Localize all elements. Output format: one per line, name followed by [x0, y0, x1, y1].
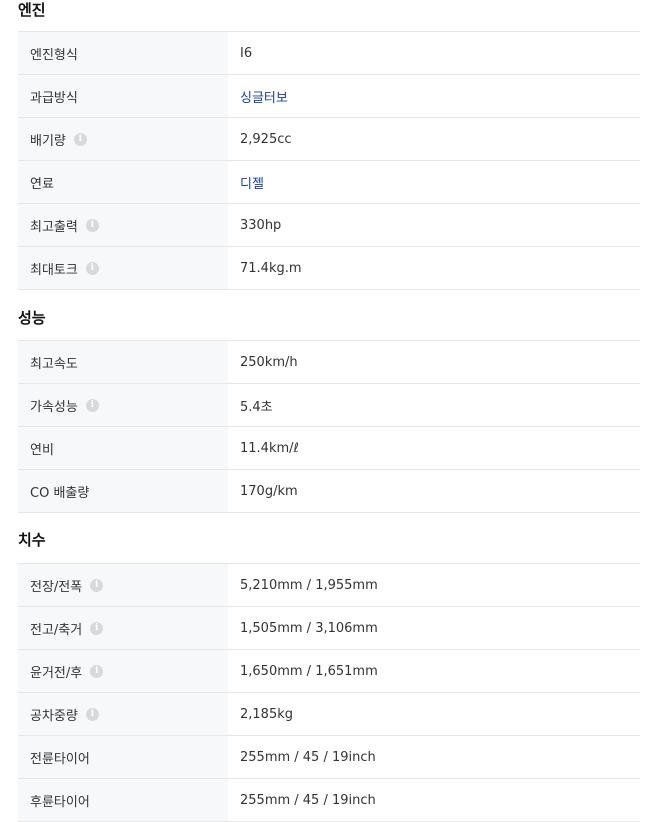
- spec-row: 윤거전/후 i 1,650mm / 1,651mm: [18, 650, 640, 693]
- spec-value: 1,505mm / 3,106mm: [240, 620, 378, 636]
- spec-row: 배기량 i 2,925cc: [18, 118, 640, 161]
- info-icon[interactable]: i: [90, 664, 104, 678]
- spec-table-performance: 최고속도 250km/h 가속성능 i 5.4초 연비 11.4km/ℓ CO 배…: [18, 340, 640, 513]
- spec-row: 연비 11.4km/ℓ: [18, 427, 640, 470]
- spec-label: 과급방식: [30, 90, 78, 106]
- spec-page: 엔진 엔진형식 I6 과급방식 싱글터보 배기량 i 2,925cc 연료 디젤 …: [0, 0, 652, 822]
- spec-label: 최고속도: [30, 356, 78, 372]
- spec-label: 전장/전폭: [30, 579, 83, 595]
- spec-value: 2,185kg: [240, 706, 293, 722]
- spec-row: CO 배출량 170g/km: [18, 470, 640, 513]
- spec-value: 255mm / 45 / 19inch: [240, 749, 376, 765]
- spec-row: 전륜타이어 255mm / 45 / 19inch: [18, 736, 640, 779]
- spec-row: 최고속도 250km/h: [18, 341, 640, 384]
- spec-row: 전장/전폭 i 5,210mm / 1,955mm: [18, 564, 640, 607]
- spec-label: 최고출력: [30, 219, 78, 235]
- spec-row: 과급방식 싱글터보: [18, 75, 640, 118]
- spec-value: 170g/km: [240, 483, 298, 499]
- info-icon[interactable]: i: [73, 132, 87, 146]
- spec-value-link[interactable]: 싱글터보: [228, 87, 640, 106]
- spec-value-link[interactable]: 디젤: [228, 173, 640, 192]
- spec-value: 11.4km/ℓ: [240, 440, 299, 456]
- spec-label: CO 배출량: [30, 485, 90, 501]
- spec-value: 330hp: [240, 217, 282, 233]
- info-icon[interactable]: i: [85, 398, 99, 412]
- spec-row: 후륜타이어 255mm / 45 / 19inch: [18, 779, 640, 822]
- spec-row: 전고/축거 i 1,505mm / 3,106mm: [18, 607, 640, 650]
- spec-value: 2,925cc: [240, 131, 292, 147]
- spec-value: 255mm / 45 / 19inch: [240, 792, 376, 808]
- spec-row: 연료 디젤: [18, 161, 640, 204]
- spec-label: 최대토크: [30, 262, 78, 278]
- spec-row: 최대토크 i 71.4kg.m: [18, 247, 640, 290]
- spec-row: 공차중량 i 2,185kg: [18, 693, 640, 736]
- section-title-dimensions: 치수: [18, 531, 46, 549]
- spec-label: 공차중량: [30, 708, 78, 724]
- spec-label: 연료: [30, 176, 54, 192]
- info-icon[interactable]: i: [90, 621, 104, 635]
- spec-value: 5.4초: [240, 399, 273, 415]
- info-icon[interactable]: i: [85, 707, 99, 721]
- info-icon[interactable]: i: [85, 218, 99, 232]
- spec-value: I6: [240, 45, 253, 61]
- spec-value: 250km/h: [240, 354, 298, 370]
- info-icon[interactable]: i: [90, 578, 104, 592]
- spec-label: 후륜타이어: [30, 794, 90, 810]
- spec-label: 연비: [30, 442, 54, 458]
- spec-table-dimensions: 전장/전폭 i 5,210mm / 1,955mm 전고/축거 i 1,505mm …: [18, 563, 640, 822]
- spec-value: 1,650mm / 1,651mm: [240, 663, 378, 679]
- info-icon[interactable]: i: [85, 261, 99, 275]
- spec-row: 엔진형식 I6: [18, 32, 640, 75]
- spec-label: 엔진형식: [30, 47, 78, 63]
- section-title-performance: 성능: [18, 309, 46, 327]
- spec-label: 가속성능: [30, 399, 78, 415]
- spec-label: 윤거전/후: [30, 665, 83, 681]
- spec-value: 71.4kg.m: [240, 260, 302, 276]
- spec-row: 최고출력 i 330hp: [18, 204, 640, 247]
- section-title-engine: 엔진: [18, 1, 46, 19]
- spec-row: 가속성능 i 5.4초: [18, 384, 640, 427]
- spec-label: 배기량: [30, 133, 66, 149]
- spec-label: 전륜타이어: [30, 751, 90, 767]
- spec-table-engine: 엔진형식 I6 과급방식 싱글터보 배기량 i 2,925cc 연료 디젤 최고출…: [18, 31, 640, 290]
- spec-label: 전고/축거: [30, 622, 83, 638]
- spec-value: 5,210mm / 1,955mm: [240, 577, 378, 593]
